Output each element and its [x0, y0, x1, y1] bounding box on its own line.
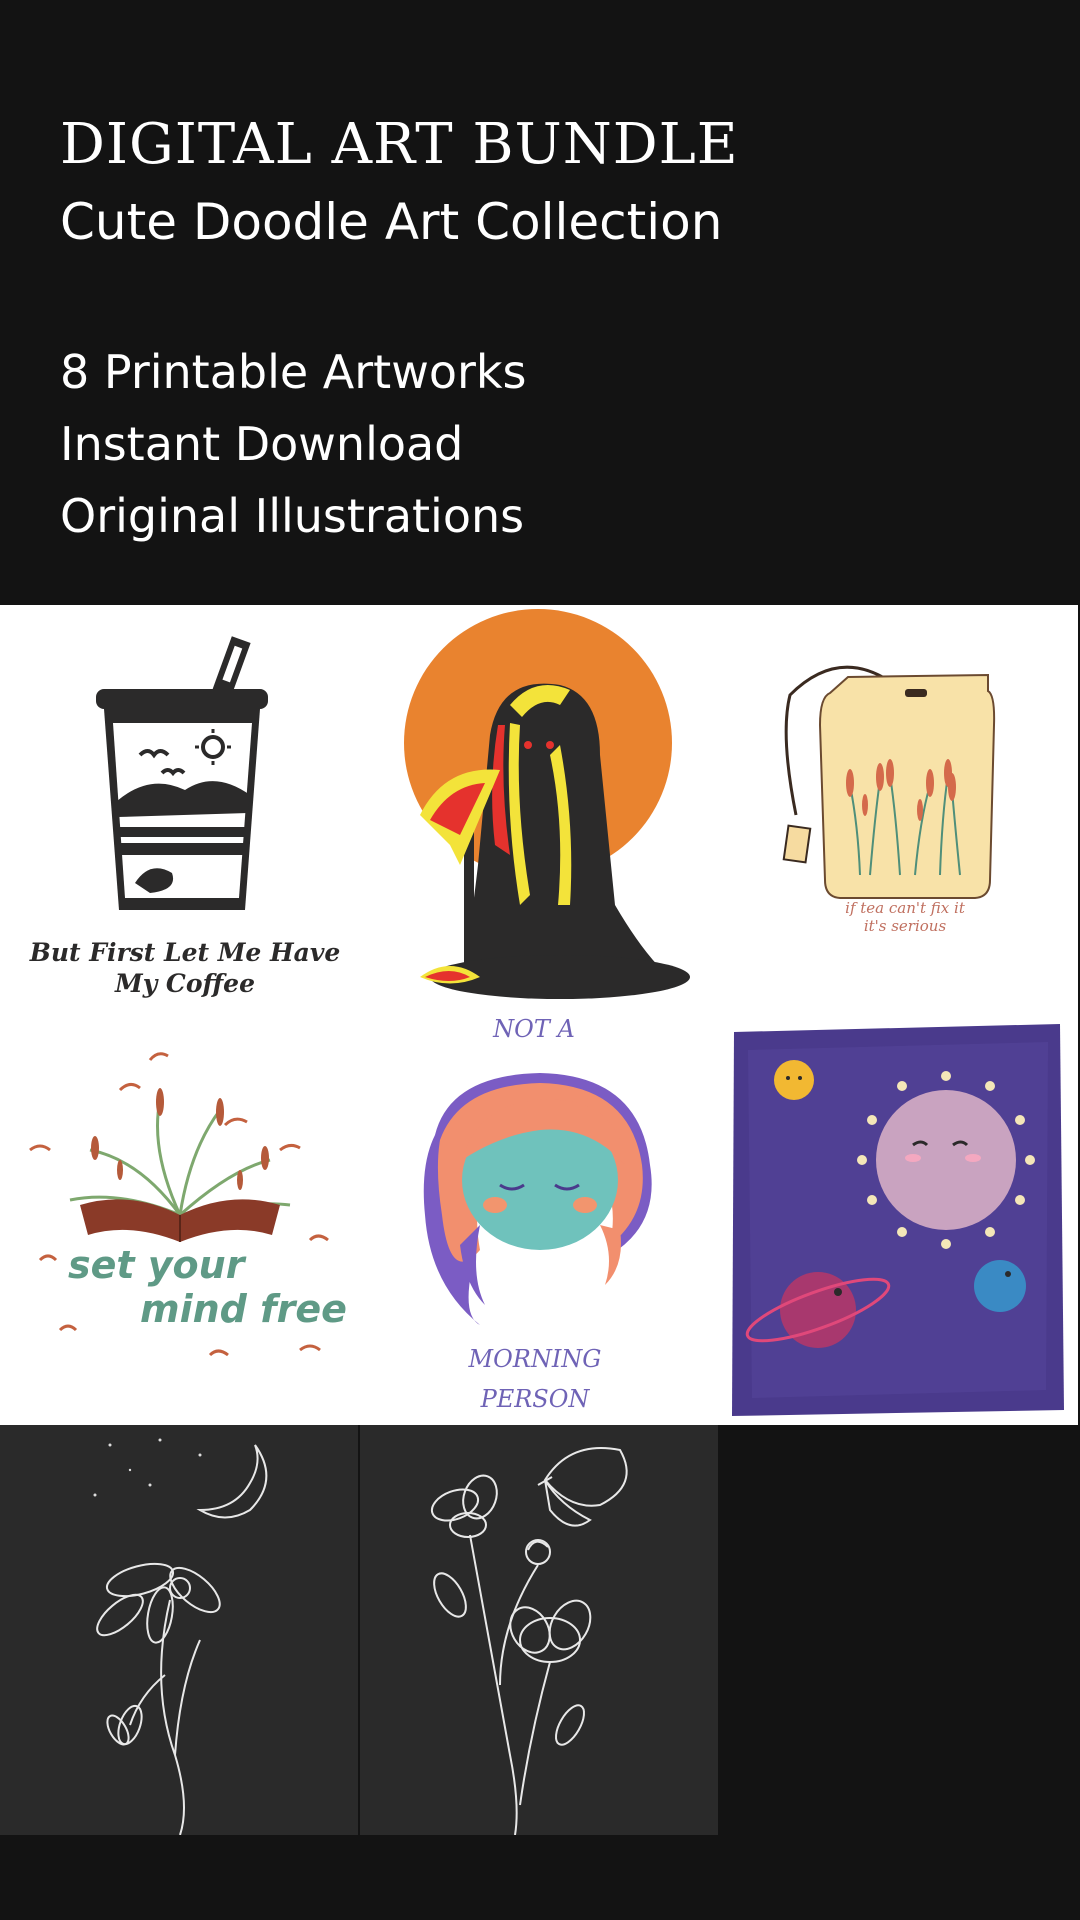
- coffee-caption-line1: But First Let Me Have: [29, 938, 341, 967]
- reaper-caption: NOT A: [492, 1015, 575, 1043]
- book-caption-line1: set your: [68, 1243, 247, 1287]
- artwork-moonflower: [0, 1425, 358, 1835]
- morning-caption-line2: PERSON: [480, 1385, 591, 1413]
- header-section: DIGITAL ART BUNDLE Cute Doodle Art Colle…: [0, 0, 1080, 605]
- feature-download: Instant Download: [60, 417, 464, 471]
- bundle-title: DIGITAL ART BUNDLE: [60, 112, 739, 177]
- artwork-reaper: NOT A: [360, 605, 720, 1055]
- feature-printable: 8 Printable Artworks: [60, 345, 527, 399]
- artwork-morning: MORNING PERSON: [380, 1055, 700, 1425]
- feature-original: Original Illustrations: [60, 489, 525, 543]
- artwork-flowers: [360, 1425, 718, 1835]
- tea-caption-line2: it's serious: [864, 917, 947, 935]
- artwork-coffee: But First Let Me Have My Coffee: [0, 605, 360, 1015]
- artwork-tea: if tea can't fix it it's serious: [720, 605, 1078, 1015]
- artwork-space: [728, 1020, 1066, 1420]
- coffee-caption-line2: My Coffee: [114, 969, 255, 998]
- artwork-book: set your mind free: [0, 1030, 360, 1425]
- book-caption-line2: mind free: [140, 1287, 347, 1331]
- tea-caption-line1: if tea can't fix it: [845, 899, 966, 917]
- bundle-subtitle: Cute Doodle Art Collection: [60, 193, 723, 251]
- morning-caption-line1: MORNING: [468, 1345, 602, 1373]
